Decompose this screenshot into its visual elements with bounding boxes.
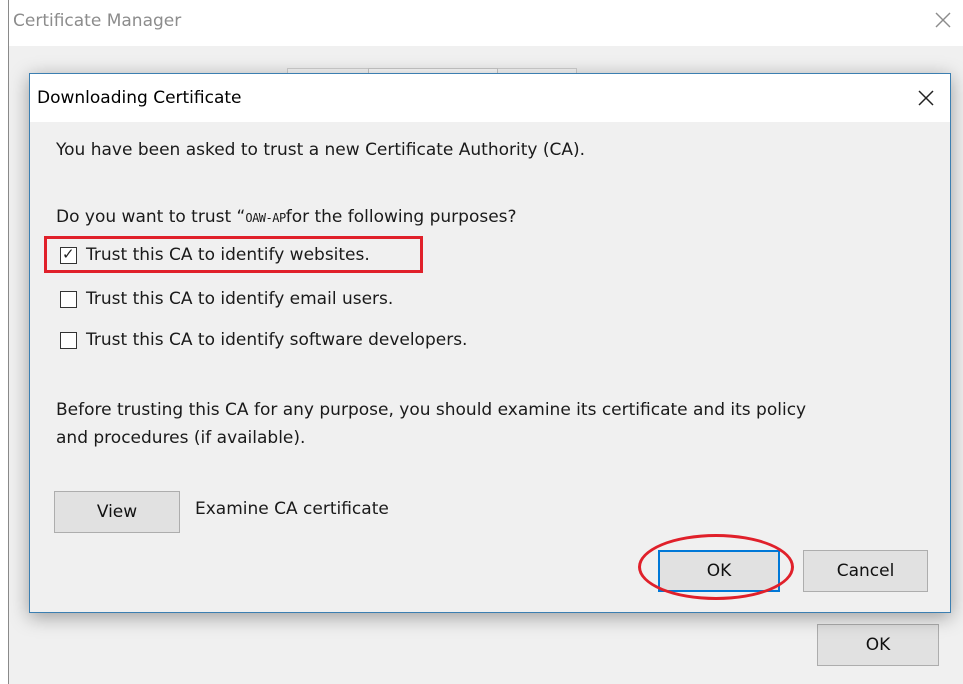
question-suffix: for the following purposes?	[285, 207, 517, 227]
cancel-button[interactable]: Cancel	[803, 550, 928, 592]
close-icon[interactable]	[931, 8, 955, 32]
dialog-titlebar: Downloading Certificate	[30, 74, 950, 122]
downloading-certificate-dialog: Downloading Certificate You have been as…	[29, 73, 951, 613]
advice-line-1: Before trusting this CA for any purpose,…	[56, 400, 807, 420]
view-button[interactable]: View	[54, 491, 180, 533]
view-caption: Examine CA certificate	[195, 499, 389, 519]
advice-line-2: and procedures (if available).	[56, 428, 306, 448]
software-checkbox-label[interactable]: Trust this CA to identify software devel…	[86, 330, 467, 350]
background-ok-button[interactable]: OK	[817, 624, 939, 666]
email-checkbox[interactable]	[60, 290, 77, 308]
dialog-title: Downloading Certificate	[37, 88, 242, 108]
close-icon[interactable]	[914, 86, 938, 110]
question-prefix: Do you want to trust “	[56, 207, 246, 227]
software-checkbox[interactable]	[60, 331, 77, 349]
annotation-highlight-box	[44, 236, 423, 273]
certificate-manager-title: Certificate Manager	[13, 11, 182, 31]
trust-question: Do you want to trust “OAW-APfor the foll…	[56, 207, 517, 227]
checkbox-row-email[interactable]: Trust this CA to identify email users.	[60, 285, 393, 313]
certificate-manager-titlebar: Certificate Manager	[9, 0, 963, 46]
certificate-subject: OAW-AP	[245, 211, 286, 225]
checkbox-row-software[interactable]: Trust this CA to identify software devel…	[60, 326, 467, 354]
intro-text: You have been asked to trust a new Certi…	[56, 140, 586, 160]
email-checkbox-label[interactable]: Trust this CA to identify email users.	[86, 289, 393, 309]
annotation-ok-ellipse	[638, 534, 794, 600]
